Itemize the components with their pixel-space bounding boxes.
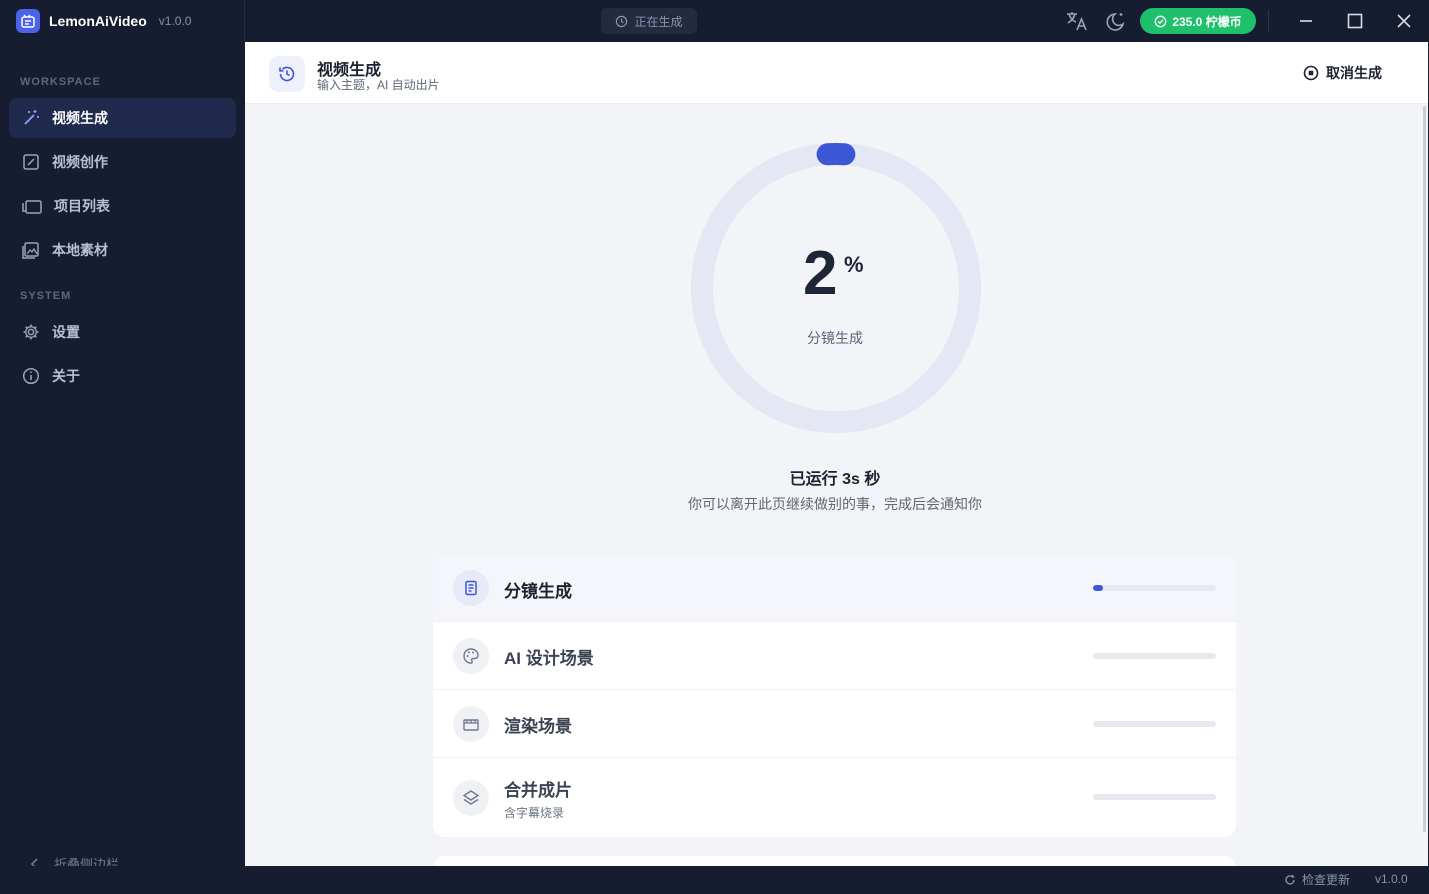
minimize-icon [1300,20,1312,22]
step-progress-fill [1093,585,1103,591]
window-controls-divider [1268,10,1269,32]
app-version: v1.0.0 [158,14,192,28]
check-update-button[interactable]: 检查更新 [1284,871,1350,888]
generation-status-pill[interactable]: 正在生成 [601,8,697,34]
minimize-button[interactable] [1293,8,1319,34]
stop-circle-icon [1303,65,1319,81]
step-title: 渲染场景 [504,717,572,736]
moon-icon[interactable] [1105,9,1129,33]
step-render-scenes: 渲染场景 [433,690,1236,758]
page-subtitle: 输入主题，AI 自动出片 [317,78,440,92]
sidebar-item-local-assets[interactable]: 本地素材 [9,230,236,270]
sidebar-item-label: 项目列表 [54,198,110,214]
progress-percent: 2 [803,239,838,308]
cancel-generation-button[interactable]: 取消生成 [1303,63,1382,83]
check-update-label: 检查更新 [1302,873,1351,887]
palette-icon [453,638,489,674]
sidebar-item-video-creation[interactable]: 视频创作 [9,142,236,182]
sidebar-item-label: 本地素材 [52,242,108,258]
sidebar-item-settings[interactable]: 设置 [9,312,236,352]
statusbar-version: v1.0.0 [1375,872,1408,886]
gear-icon [23,324,39,340]
titlebar-divider [244,0,245,42]
section-label-system: SYSTEM [20,290,72,302]
next-card [433,856,1236,866]
step-progress-bar [1093,585,1216,591]
clock-icon [616,15,628,27]
folder-icon [22,200,42,214]
credits-badge[interactable]: 235.0 柠檬币 [1140,8,1256,34]
history-icon [269,56,305,92]
credits-value: 235.0 柠檬币 [1172,14,1242,29]
magic-wand-icon [24,110,39,125]
main-content: 视频生成 输入主题，AI 自动出片 取消生成 2 % 分镜生成 已运行 3s 秒… [245,42,1428,866]
edit-icon [23,154,39,170]
cancel-generation-label: 取消生成 [1326,65,1382,81]
elapsed-time: 已运行 3s 秒 [789,471,881,488]
progress-stage-label: 分镜生成 [807,330,863,346]
info-icon [22,367,40,385]
step-title: 合并成片 [504,781,572,800]
maximize-icon [1347,13,1363,29]
page-header: 视频生成 输入主题，AI 自动出片 取消生成 [245,42,1428,104]
status-bar: 检查更新 v1.0.0 [0,866,1429,894]
sidebar: WORKSPACE 视频生成 视频创作 项目列表 本地素材 SYSTEM 设置 … [0,42,245,872]
check-circle-icon [1154,15,1167,27]
maximize-button[interactable] [1342,8,1368,34]
sidebar-item-label: 关于 [52,368,80,384]
status-text: 正在生成 [634,14,683,29]
translate-icon[interactable] [1065,9,1089,33]
app-brand: LemonAiVideo v1.0.0 [16,9,191,33]
step-merge-final: 合并成片 含字幕烧录 [433,758,1236,837]
step-subtitle: 含字幕烧录 [504,806,565,820]
title-bar: LemonAiVideo v1.0.0 正在生成 235.0 柠檬币 [0,0,1429,42]
image-icon [22,242,39,259]
sidebar-item-label: 设置 [52,324,80,340]
step-ai-scene-design: AI 设计场景 [433,622,1236,690]
step-title: 分镜生成 [504,582,572,601]
sidebar-item-project-list[interactable]: 项目列表 [9,186,236,226]
sidebar-item-video-generation[interactable]: 视频生成 [9,98,236,138]
background-notice: 你可以离开此页继续做别的事，完成后会通知你 [688,496,982,512]
section-label-workspace: WORKSPACE [20,76,101,88]
sidebar-item-label: 视频创作 [52,154,108,170]
layers-icon [453,780,489,816]
sidebar-item-label: 视频生成 [52,110,108,126]
app-logo-icon [16,9,40,33]
main-scrollbar[interactable] [1423,106,1426,832]
close-icon [1397,14,1411,28]
clapper-icon [453,706,489,742]
document-icon [453,570,489,606]
step-progress-bar [1093,721,1216,727]
step-storyboard: 分镜生成 [433,555,1236,622]
app-name: LemonAiVideo [49,13,147,29]
close-button[interactable] [1391,8,1417,34]
step-progress-bar [1093,794,1216,800]
step-title: AI 设计场景 [504,649,594,668]
steps-card: 分镜生成 AI 设计场景 渲染场景 合并成片 含字幕烧录 [433,555,1236,837]
sidebar-item-about[interactable]: 关于 [9,356,236,396]
step-progress-bar [1093,653,1216,659]
refresh-icon [1285,874,1295,885]
progress-percent-sign: % [844,252,864,277]
